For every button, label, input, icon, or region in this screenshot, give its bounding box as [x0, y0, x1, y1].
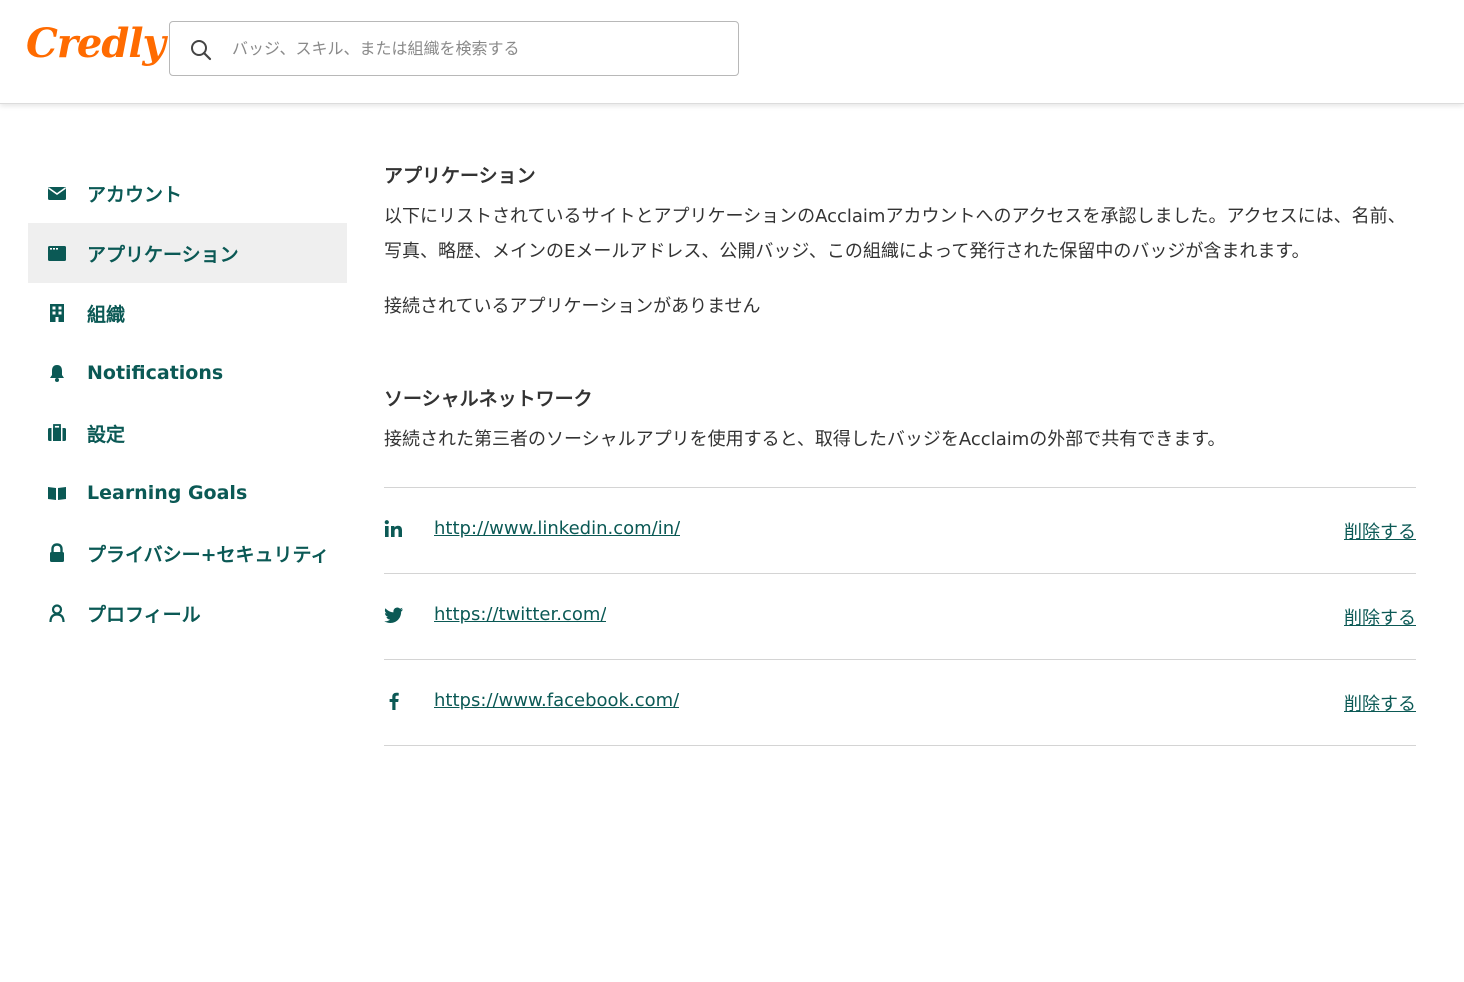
sidebar-item-notifications[interactable]: Notifications: [28, 343, 347, 403]
remove-linkedin-button[interactable]: 削除する: [1344, 518, 1416, 544]
book-icon: [46, 482, 68, 504]
social-networks-title: ソーシャルネットワーク: [384, 388, 593, 410]
sidebar-item-label: 設定: [87, 423, 126, 446]
sidebar-item-label: Notifications: [87, 362, 224, 384]
settings-sidebar: アカウント アプリケーション 組織 Notifications 設定 Learn…: [28, 163, 347, 643]
applications-empty-message: 接続されているアプリケーションがありません: [384, 296, 761, 317]
sidebar-item-label: アプリケーション: [87, 243, 239, 266]
sidebar-item-label: Learning Goals: [87, 482, 248, 504]
sidebar-item-settings[interactable]: 設定: [28, 403, 347, 463]
linkedin-icon: [384, 520, 402, 537]
twitter-url-link[interactable]: https://twitter.com/: [434, 604, 606, 625]
main-content: アプリケーション 以下にリストされているサイトとアプリケーションのAcclaim…: [384, 163, 1416, 746]
remove-facebook-button[interactable]: 削除する: [1344, 690, 1416, 716]
sidebar-item-learning-goals[interactable]: Learning Goals: [28, 463, 347, 523]
sidebar-item-privacy-security[interactable]: プライバシー+セキュリティ: [28, 523, 347, 583]
facebook-url-link[interactable]: https://www.facebook.com/: [434, 690, 679, 711]
sidebar-item-label: プライバシー+セキュリティ: [87, 543, 330, 566]
credly-logo[interactable]: Credly: [26, 14, 166, 74]
search-input[interactable]: [232, 23, 732, 74]
sidebar-item-organizations[interactable]: 組織: [28, 283, 347, 343]
user-icon: [46, 602, 68, 624]
sidebar-item-label: プロフィール: [87, 603, 201, 626]
sidebar-item-applications[interactable]: アプリケーション: [28, 223, 347, 283]
social-row-linkedin: http://www.linkedin.com/in/ 削除する: [384, 488, 1416, 574]
social-networks-description: 接続された第三者のソーシャルアプリを使用すると、取得したバッジをAcclaimの…: [384, 429, 1226, 450]
sidebar-item-profile[interactable]: プロフィール: [28, 583, 347, 643]
sidebar-item-account[interactable]: アカウント: [28, 163, 347, 223]
search-icon: [191, 40, 212, 61]
social-row-twitter: https://twitter.com/ 削除する: [384, 574, 1416, 660]
applications-title: アプリケーション: [384, 165, 536, 187]
social-network-list: http://www.linkedin.com/in/ 削除する https:/…: [384, 487, 1416, 746]
twitter-icon: [384, 607, 403, 623]
envelope-icon: [46, 182, 68, 204]
briefcase-icon: [46, 422, 68, 444]
bell-icon: [46, 362, 68, 384]
facebook-icon: [389, 692, 399, 710]
lock-icon: [46, 542, 68, 564]
top-header: Credly: [0, 0, 1464, 104]
building-icon: [46, 302, 68, 324]
linkedin-url-link[interactable]: http://www.linkedin.com/in/: [434, 518, 680, 539]
applications-description: 以下にリストされているサイトとアプリケーションのAcclaimアカウントへのアク…: [384, 206, 1406, 262]
search-box[interactable]: [169, 21, 739, 76]
social-row-facebook: https://www.facebook.com/ 削除する: [384, 660, 1416, 746]
sidebar-item-label: アカウント: [87, 183, 183, 206]
window-icon: [46, 242, 68, 264]
sidebar-item-label: 組織: [87, 303, 126, 326]
remove-twitter-button[interactable]: 削除する: [1344, 604, 1416, 630]
